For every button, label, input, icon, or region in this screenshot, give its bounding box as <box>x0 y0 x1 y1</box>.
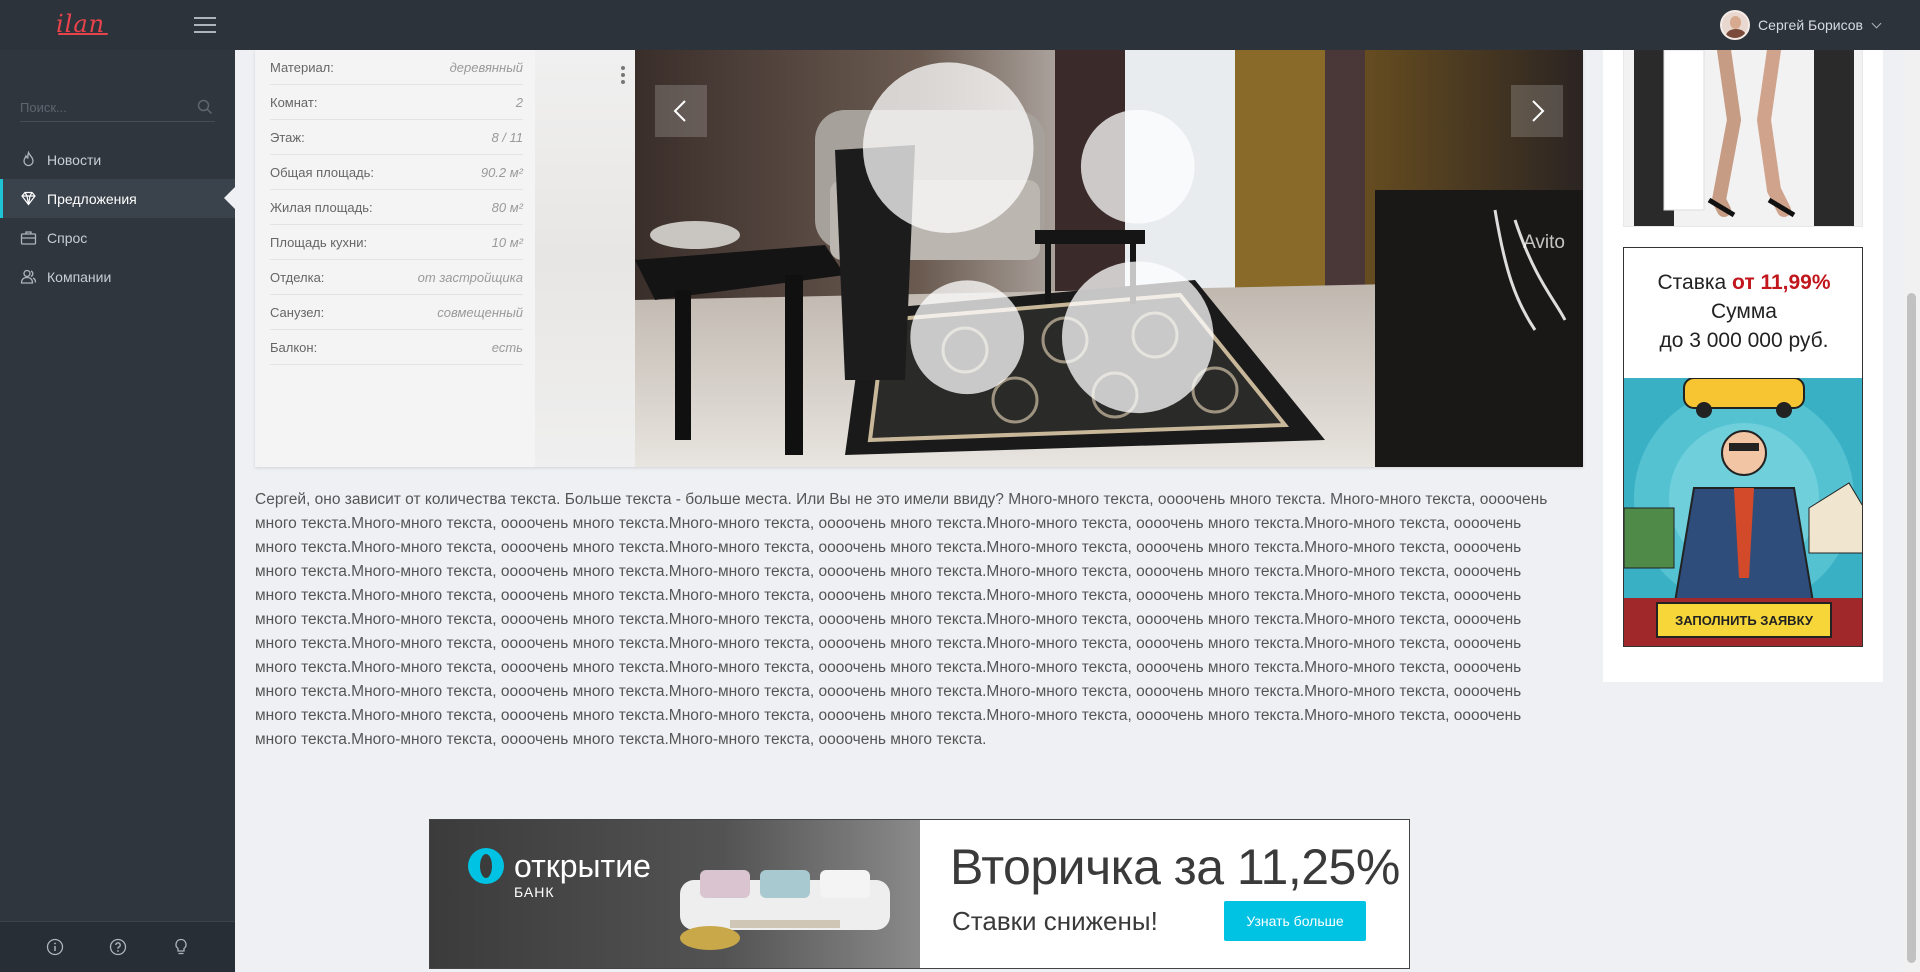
property-value: 8 / 11 <box>491 129 523 145</box>
property-label: Общая площадь: <box>270 164 375 180</box>
sidebar: Новости Предложения Спрос Компании <box>0 50 235 972</box>
property-value: есть <box>491 339 523 355</box>
chevron-down-icon <box>1871 18 1882 28</box>
loan-ad-rate-prefix: Ставка <box>1657 271 1733 294</box>
lightbulb-icon[interactable] <box>172 938 190 956</box>
bank-ad-headline: Вторичка за 11,25% <box>950 839 1400 895</box>
sidebar-item-label: Новости <box>47 151 102 168</box>
property-row: Комнат: 2 <box>270 85 523 120</box>
property-row: Материал: деревянный <box>270 50 523 85</box>
scrollbar-thumb[interactable] <box>1907 293 1916 963</box>
loan-ad-line2: Сумма <box>1711 300 1777 323</box>
search-icon[interactable] <box>197 99 213 115</box>
bank-ad-banner[interactable]: открытие БАНК Вторичка за 11,25% Ставки … <box>429 819 1410 969</box>
sidebar-nav: Новости Предложения Спрос Компании <box>0 140 235 296</box>
top-bar: ilan Сергей Борисов <box>0 0 1920 50</box>
sidebar-item-news[interactable]: Новости <box>0 140 235 179</box>
property-row: Общая площадь: 90.2 м² <box>270 155 523 190</box>
property-label: Жилая площадь: <box>270 199 373 215</box>
property-label: Этаж: <box>270 129 305 145</box>
listing-description: Сергей, оно зависит от количества текста… <box>255 491 1548 748</box>
property-list: Материал: деревянный Комнат: 2 Этаж: 8 / 11… <box>255 50 535 467</box>
loan-ad-rate: от 11,99% <box>1732 271 1831 294</box>
loan-ad-text: Ставка от 11,99% Сумма до 3 000 000 руб. <box>1624 268 1862 355</box>
help-icon[interactable] <box>109 938 127 956</box>
bank-logo: открытие <box>466 846 651 886</box>
learn-more-button[interactable]: Узнать больше <box>1224 901 1366 941</box>
property-row: Отделка: от застройщика <box>270 260 523 295</box>
property-row: Балкон: есть <box>270 330 523 365</box>
loan-ad-line3: до 3 000 000 руб. <box>1659 329 1829 352</box>
avito-logo-icon <box>863 62 1214 414</box>
property-value: 90.2 м² <box>480 164 523 180</box>
sidebar-item-label: Спрос <box>47 229 88 246</box>
briefcase-icon <box>20 231 37 245</box>
bank-ad-image: открытие БАНК <box>430 820 920 968</box>
property-row: Площадь кухни: 10 м² <box>270 225 523 260</box>
property-value: 10 м² <box>491 234 523 250</box>
otkritie-logo-icon <box>468 848 504 884</box>
user-name: Сергей Борисов <box>1758 17 1863 33</box>
menu-toggle-icon[interactable] <box>194 16 216 34</box>
search-input[interactable] <box>20 94 190 120</box>
property-row: Жилая площадь: 80 м² <box>270 190 523 225</box>
fire-icon <box>23 151 34 167</box>
property-label: Комнат: <box>270 94 318 110</box>
logo-underline <box>57 33 109 35</box>
more-options-icon[interactable] <box>621 66 625 86</box>
sidebar-item-label: Компании <box>47 268 112 285</box>
photo-watermark: Avito <box>635 50 1565 451</box>
property-value: деревянный <box>449 59 523 75</box>
sofa-illustration <box>680 870 890 950</box>
right-ad-column: Ставка от 11,99% Сумма до 3 000 000 руб.… <box>1603 50 1883 682</box>
property-value: 80 м² <box>491 199 523 215</box>
bank-sub: БАНК <box>514 884 555 900</box>
sidebar-item-offers[interactable]: Предложения <box>0 179 235 218</box>
fashion-ad-image <box>1624 50 1862 226</box>
submit-application-button[interactable]: ЗАПОЛНИТЬ ЗАЯВКУ <box>1656 602 1832 638</box>
info-icon[interactable] <box>46 938 64 956</box>
property-row: Санузел: совмещенный <box>270 295 523 330</box>
listing-card: Материал: деревянный Комнат: 2 Этаж: 8 / 11… <box>255 50 1583 467</box>
photo-thumbnail-strip <box>535 50 635 467</box>
property-label: Площадь кухни: <box>270 234 368 250</box>
page-scrollbar[interactable] <box>1903 0 1920 972</box>
sidebar-footer <box>0 921 235 972</box>
listing-photo[interactable]: Avito <box>635 50 1583 467</box>
bank-ad-subline: Ставки снижены! <box>952 906 1158 936</box>
property-label: Балкон: <box>270 339 318 355</box>
users-icon <box>20 269 37 284</box>
diamond-icon <box>21 191 36 206</box>
sidebar-item-label: Предложения <box>47 190 137 207</box>
property-row: Этаж: 8 / 11 <box>270 120 523 155</box>
sidebar-search <box>20 94 215 122</box>
sidebar-item-companies[interactable]: Компании <box>0 257 235 296</box>
property-value: 2 <box>515 94 523 110</box>
property-label: Санузел: <box>270 304 325 320</box>
watermark-text: Avito <box>1523 231 1565 253</box>
sidebar-item-demand[interactable]: Спрос <box>0 218 235 257</box>
avatar <box>1720 10 1751 40</box>
loan-ad-banner[interactable]: Ставка от 11,99% Сумма до 3 000 000 руб.… <box>1623 247 1863 647</box>
user-menu[interactable]: Сергей Борисов <box>1720 10 1882 40</box>
fashion-ad-banner[interactable] <box>1623 50 1863 227</box>
property-label: Отделка: <box>270 269 325 285</box>
property-label: Материал: <box>270 59 334 75</box>
property-value: совмещенный <box>437 304 523 320</box>
property-value: от застройщика <box>417 269 523 285</box>
bank-name: открытие <box>514 848 651 884</box>
